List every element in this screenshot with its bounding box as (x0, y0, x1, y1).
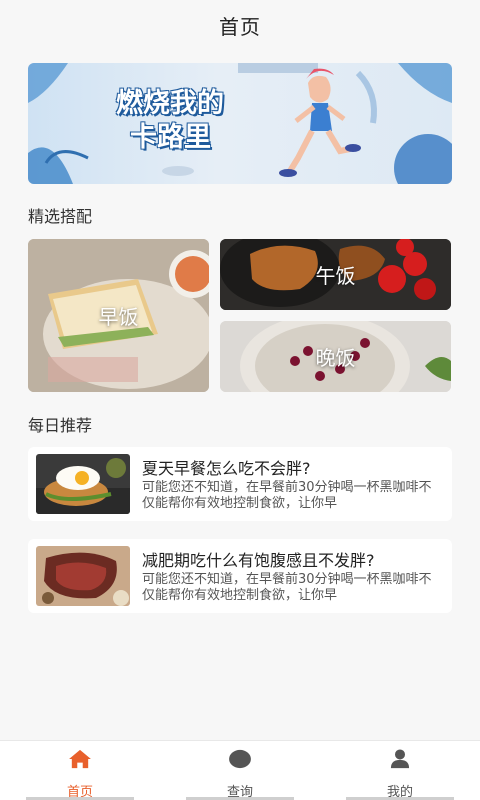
article-thumbnail (36, 546, 130, 606)
tab-profile[interactable]: 我的 (320, 741, 480, 800)
article-title: 减肥期吃什么有饱腹感且不发胖? (142, 551, 375, 570)
daily-section-title: 每日推荐 (28, 416, 93, 435)
user-icon (390, 749, 410, 769)
banner[interactable]: 燃烧我的 卡路里 (28, 63, 452, 184)
banner-line2: 卡路里 (130, 122, 211, 153)
dinner-tile[interactable]: 晚饭 (220, 321, 451, 392)
article-summary: 可能您还不知道，在早餐前30分钟喝一杯黑咖啡不仅能帮你有效地控制食欲，让你早 (142, 572, 432, 603)
lunch-tile[interactable]: 午饭 (220, 239, 451, 310)
article-card[interactable]: 减肥期吃什么有饱腹感且不发胖? 可能您还不知道，在早餐前30分钟喝一杯黑咖啡不仅… (28, 539, 452, 613)
home-icon (69, 749, 91, 769)
article-summary: 可能您还不知道，在早餐前30分钟喝一杯黑咖啡不仅能帮你有效地控制食欲，让你早 (142, 480, 432, 511)
breakfast-tile[interactable]: 早饭 (28, 239, 209, 392)
header: 首页 (0, 0, 480, 50)
banner-slogan: 燃烧我的 卡路里 (116, 87, 224, 155)
bottom-tab-bar: 首页 查询 我的 (0, 740, 480, 800)
dinner-label: 晚饭 (315, 346, 356, 370)
tab-home[interactable]: 首页 (0, 741, 160, 800)
search-icon (229, 749, 251, 769)
featured-section-title: 精选搭配 (28, 207, 93, 226)
article-thumbnail (36, 454, 130, 514)
lunch-label: 午饭 (315, 264, 356, 288)
banner-illustration (28, 63, 452, 184)
banner-line1: 燃烧我的 (116, 88, 224, 119)
breakfast-label: 早饭 (98, 305, 139, 329)
article-card[interactable]: 夏天早餐怎么吃不会胖? 可能您还不知道，在早餐前30分钟喝一杯黑咖啡不仅能帮你有… (28, 447, 452, 521)
page-title: 首页 (219, 14, 261, 39)
tab-search[interactable]: 查询 (160, 741, 320, 800)
article-title: 夏天早餐怎么吃不会胖? (142, 459, 311, 478)
